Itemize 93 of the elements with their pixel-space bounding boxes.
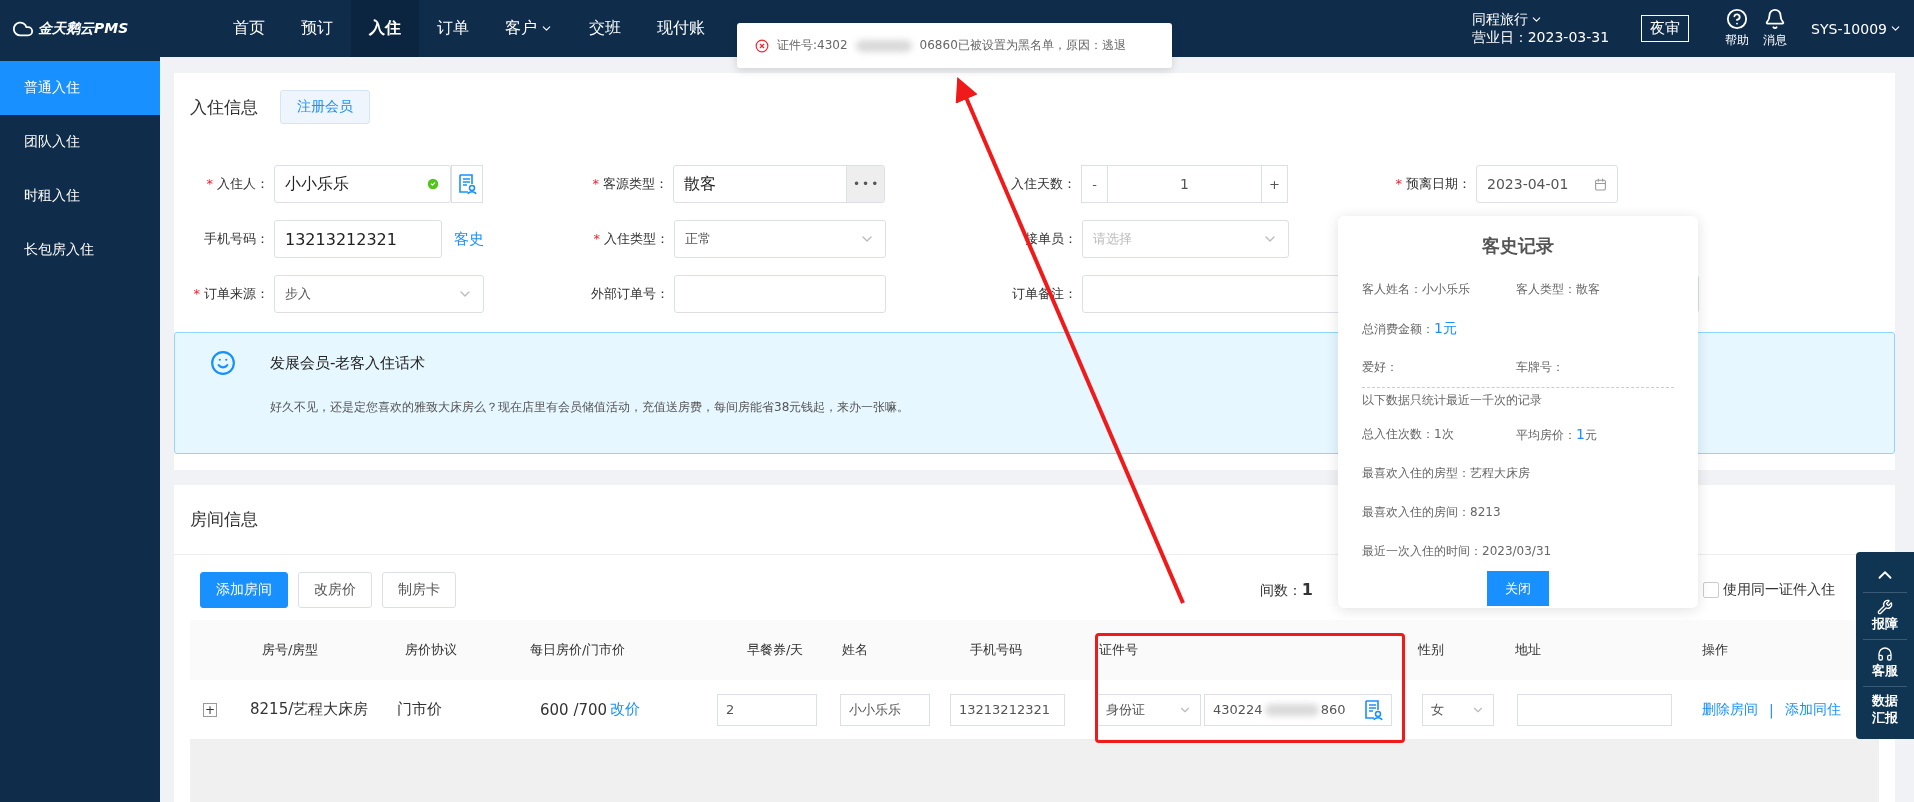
logo: 金天鹅云PMS <box>0 17 215 40</box>
nav-item[interactable]: 现付账 <box>639 0 723 57</box>
user-menu[interactable]: SYS-10009 <box>1811 20 1902 37</box>
field-label: * 预离日期： <box>1394 175 1472 193</box>
select-field[interactable]: 步入 <box>274 275 484 313</box>
minus-button[interactable]: - <box>1081 165 1108 203</box>
gender-select[interactable]: 女 <box>1422 693 1494 726</box>
more-button[interactable]: ••• <box>846 166 884 202</box>
headset-icon <box>1877 646 1893 662</box>
link-separator: | <box>1769 701 1774 718</box>
id-card-button[interactable] <box>451 165 483 203</box>
room-count: 间数：1 <box>1259 580 1313 600</box>
name-field[interactable]: 小小乐乐 <box>840 693 930 726</box>
column-header: 房号/房型 <box>262 641 319 659</box>
column-header: 每日房价/门市价 <box>530 641 626 659</box>
calendar-icon <box>1594 177 1607 191</box>
support-button[interactable]: 客服 <box>1863 640 1907 687</box>
nav-item[interactable]: 入住 <box>351 0 419 57</box>
nav-item[interactable]: 首页 <box>215 0 283 57</box>
field-label: * 客源类型： <box>591 175 669 193</box>
section-title: 房间信息 <box>190 508 258 531</box>
help-icon <box>1726 8 1749 30</box>
column-header: 姓名 <box>842 641 868 659</box>
column-header: 地址 <box>1515 641 1541 659</box>
plus-button[interactable]: + <box>1261 165 1288 203</box>
history-item: 客人类型：散客 <box>1516 281 1601 298</box>
nav-item[interactable]: 客户 <box>487 0 571 57</box>
guest-name-field[interactable]: 小小乐乐 <box>274 165 451 203</box>
nav-item[interactable]: 订单 <box>419 0 487 57</box>
address-field[interactable] <box>1517 693 1672 726</box>
sidebar-item[interactable]: 长包房入住 <box>0 223 160 277</box>
tip-title: 发展会员-老客入住话术 <box>270 353 426 373</box>
help-button[interactable]: 帮助 <box>1725 8 1750 49</box>
history-item: 平均房价：1元 <box>1516 425 1598 444</box>
same-id-checkbox[interactable]: 使用同一证件入住 <box>1703 581 1835 599</box>
history-item: 车牌号： <box>1516 359 1565 376</box>
nav-item[interactable]: 交班 <box>571 0 639 57</box>
toolbar-button[interactable]: 改房价 <box>298 572 372 608</box>
smile-icon <box>209 350 236 376</box>
expand-button[interactable]: + <box>203 702 217 717</box>
hotel-selector[interactable]: 同程旅行 <box>1471 10 1610 29</box>
history-item: 总消费金额：1元 <box>1362 319 1458 338</box>
section-title: 入住信息 <box>190 95 258 119</box>
column-header: 操作 <box>1702 641 1728 659</box>
phone-field[interactable]: 13213212321 <box>950 693 1065 726</box>
table-cell: 8215/艺程大床房 <box>250 700 369 719</box>
note-text: 以下数据只统计最近一千次的记录 <box>1362 387 1674 415</box>
toolbar-button[interactable]: 制房卡 <box>382 572 456 608</box>
column-header: 早餐券/天 <box>747 641 804 659</box>
error-icon <box>755 38 769 53</box>
id-card-icon <box>1363 698 1383 721</box>
column-header: 手机号码 <box>970 641 1022 659</box>
field-label: * 订单来源： <box>192 285 270 303</box>
sidebar-item[interactable]: 团队入住 <box>0 115 160 169</box>
history-item: 总入住次数：1次 <box>1362 426 1455 443</box>
table-cell: 600 /700 <box>540 700 608 719</box>
tip-text: 好久不见，还是定您喜欢的雅致大床房么？现在店里有会员储值活动，充值送房费，每间房能省38元钱起，来办一张嘛。 <box>270 399 910 416</box>
data-report-button[interactable]: 数据汇报 <box>1863 687 1907 733</box>
text-field[interactable]: 13213212321 <box>274 220 442 258</box>
history-item: 爱好： <box>1362 359 1399 376</box>
toast-text: 证件号:4302 <box>777 37 848 54</box>
nav-item[interactable]: 预订 <box>283 0 351 57</box>
popup-title: 客史记录 <box>1481 234 1555 258</box>
column-header: 性别 <box>1418 641 1444 659</box>
wrench-icon <box>1877 599 1893 615</box>
toast-text: 06860已被设置为黑名单，原因：逃退 <box>919 37 1126 54</box>
redaction-mark <box>855 39 912 52</box>
column-header: 房价协议 <box>405 641 457 659</box>
history-item: 最喜欢入住的房型：艺程大床房 <box>1362 465 1531 482</box>
messages-button[interactable]: 消息 <box>1763 8 1788 49</box>
column-header: 证件号 <box>1099 641 1138 659</box>
source-type-field[interactable]: 散客 ••• <box>673 165 885 203</box>
history-item: 客人姓名：小小乐乐 <box>1362 281 1471 298</box>
sidebar-item[interactable]: 时租入住 <box>0 169 160 223</box>
night-audit-button[interactable]: 夜审 <box>1641 15 1690 42</box>
business-date: 营业日：2023-03-31 <box>1471 28 1610 47</box>
report-fault-button[interactable]: 报障 <box>1863 593 1907 640</box>
breakfast-field[interactable]: 2 <box>717 693 817 726</box>
table-cell: 门市价 <box>397 700 442 719</box>
field-label: * 入住人： <box>205 175 270 193</box>
id-type-select[interactable]: 身份证 <box>1097 693 1201 726</box>
history-item: 最近一次入住的时间：2023/03/31 <box>1362 543 1553 560</box>
date-field[interactable]: 2023-04-01 <box>1476 165 1618 203</box>
select-field[interactable]: 正常 <box>674 220 886 258</box>
field-label: 外部订单号： <box>590 285 670 303</box>
field-label: * 入住类型： <box>592 230 670 248</box>
id-number-field[interactable]: 430224 860 <box>1204 693 1392 726</box>
history-item: 最喜欢入住的房间：8213 <box>1362 504 1502 521</box>
field-label: 入住天数： <box>1010 175 1077 193</box>
field-label: 手机号码： <box>203 230 270 248</box>
id-card-icon <box>457 173 477 195</box>
bell-icon <box>1764 8 1787 30</box>
text-field[interactable] <box>674 275 886 313</box>
